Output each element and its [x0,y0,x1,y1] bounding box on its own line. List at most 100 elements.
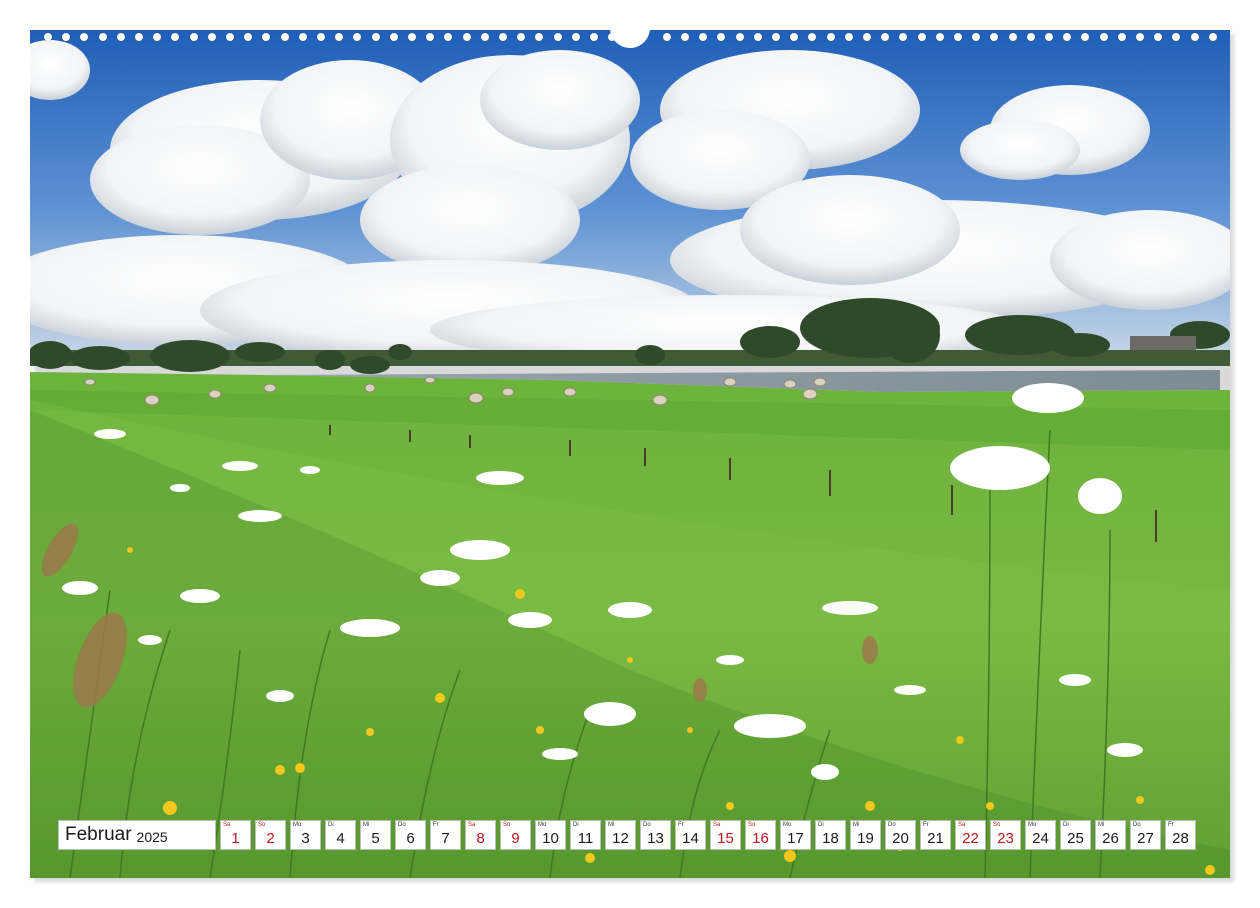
binding-ring [1045,33,1053,41]
day-number: 5 [371,830,380,847]
binding-ring [389,33,398,41]
weekday-label: Mo [293,822,302,828]
binding-ring [171,33,180,41]
binding-ring [881,33,890,41]
binding-ring [699,33,708,41]
binding-ring [1190,33,1199,41]
weekday-label: Sa [713,822,721,828]
binding-ring [353,33,362,41]
day-number: 19 [857,830,874,847]
binding-ring [1026,33,1035,41]
binding-ring [244,33,253,41]
binding-ring [262,33,271,41]
day-cell: So 16 [745,820,776,850]
binding-ring [917,33,926,41]
day-cell: Di 25 [1060,820,1091,850]
binding-ring [535,33,544,41]
binding-ring [62,33,71,41]
day-number: 8 [476,830,485,847]
day-cell: Mo 3 [290,820,321,850]
day-cell: Mi 5 [360,820,391,850]
binding-ring [863,33,871,41]
day-cell: Mi 12 [605,820,636,850]
day-number: 3 [301,830,310,847]
binding-ring [826,33,835,41]
binding-ring [280,33,289,41]
binding-ring [1154,33,1163,41]
binding-ring [553,33,562,41]
binding-ring [207,33,216,41]
weekday-label: So [258,822,266,828]
binding-ring [335,33,344,41]
day-cell: Sa 8 [465,820,496,850]
day-cell: Do 6 [395,820,426,850]
weekday-label: Mi [363,822,370,828]
day-number: 15 [717,830,734,847]
weekday-label: Fr [1168,822,1174,828]
weekday-label: Di [818,822,824,828]
binding-ring [1063,33,1072,41]
weekday-label: Do [643,822,651,828]
binding-ring [499,33,507,41]
binding-ring [571,33,580,41]
weekday-label: Mo [538,822,547,828]
day-cell: Di 11 [570,820,601,850]
day-number: 10 [542,830,559,847]
day-number: 6 [406,830,415,847]
day-number: 17 [787,830,804,847]
binding-ring [1172,33,1181,41]
weekday-label: Do [398,822,406,828]
day-cell: So 9 [500,820,531,850]
day-cell: Mo 24 [1025,820,1056,850]
day-cell: Mi 19 [850,820,881,850]
binding-ring [444,33,453,41]
binding-ring [116,33,125,41]
binding-ring [98,33,107,41]
day-number: 14 [682,830,699,847]
weekday-label: So [503,822,511,828]
day-cell: Fr 21 [920,820,951,850]
day-cell: Mo 10 [535,820,566,850]
binding-ring [590,33,598,41]
day-cell: Do 13 [640,820,671,850]
weekday-label: Do [1133,822,1141,828]
binding-ring [298,33,307,41]
binding-ring [480,33,489,41]
day-cell: Fr 7 [430,820,461,850]
day-cell: Sa 1 [220,820,251,850]
binding-ring [189,33,198,41]
day-number: 2 [266,830,275,847]
binding-ring [753,33,762,41]
day-cell: So 23 [990,820,1021,850]
day-number: 20 [892,830,909,847]
weekday-label: Fr [923,822,929,828]
day-number: 26 [1102,830,1119,847]
binding-ring [681,33,689,41]
binding-ring [1208,33,1217,41]
binding-ring [1081,33,1090,41]
weekday-label: Mi [1098,822,1105,828]
binding-ring [844,33,853,41]
year: 2025 [136,829,168,845]
day-cell: Sa 22 [955,820,986,850]
day-cell: So 2 [255,820,286,850]
day-cell: Fr 28 [1165,820,1196,850]
day-number: 11 [577,830,594,847]
binding-ring [808,33,817,41]
weekday-label: Di [1063,822,1069,828]
landscape-photo [30,30,1230,878]
day-number: 21 [927,830,944,847]
weekday-label: Mo [783,822,792,828]
day-cell: Sa 15 [710,820,741,850]
calendar-page: Februar 2025 Sa 1 So 2 Mo 3 Di 4 Mi 5 Do 6 Fr 7 Sa 8 So 9… [0,0,1260,908]
binding-ring [954,33,962,41]
weekday-label: Sa [468,822,476,828]
binding-ring [790,33,799,41]
day-number: 25 [1067,830,1084,847]
binding-ring [1117,33,1126,41]
weekday-label: So [748,822,756,828]
day-number: 18 [822,830,839,847]
day-cell: Mi 26 [1095,820,1126,850]
binding-ring [371,33,380,41]
binding-ring [972,33,981,41]
